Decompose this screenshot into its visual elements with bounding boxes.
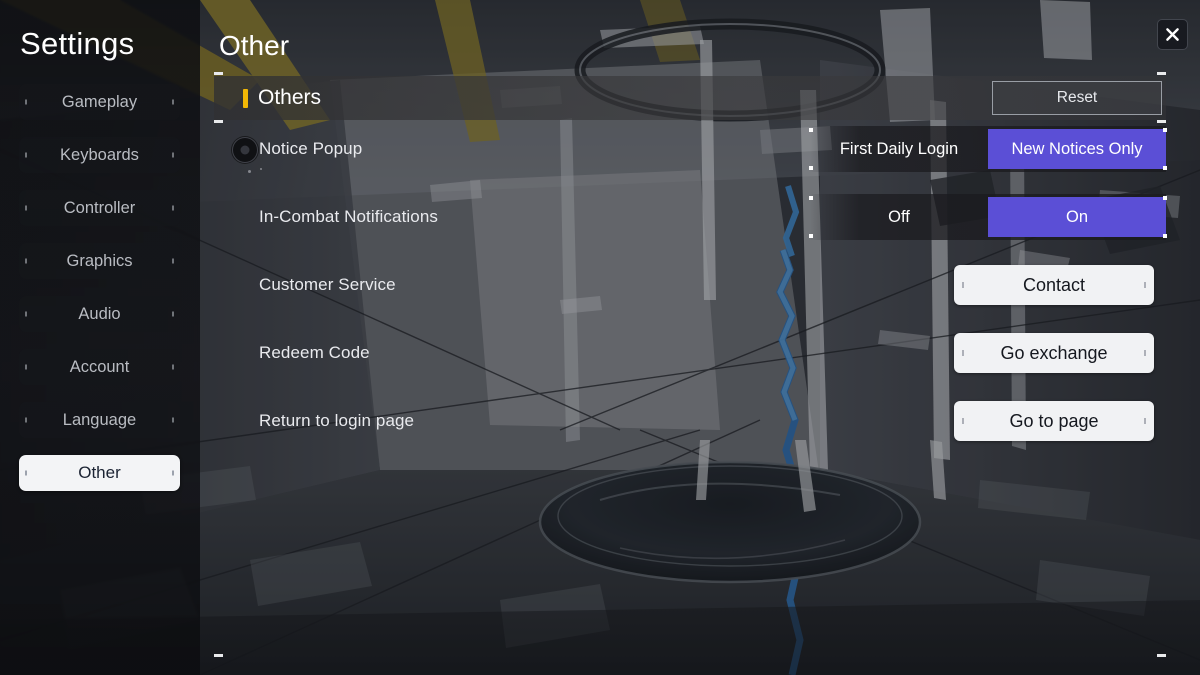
table-row: In-Combat Notifications Off On: [214, 194, 1167, 240]
sidebar-item-language[interactable]: Language: [19, 402, 180, 438]
tick-left-icon: [962, 282, 964, 288]
corner-dot-icon: [1163, 196, 1167, 200]
contact-button[interactable]: Contact: [954, 265, 1154, 305]
tick-right-icon: [1144, 350, 1146, 356]
segment-new-notices-only[interactable]: New Notices Only: [988, 129, 1166, 169]
corner-dot-icon: [809, 166, 813, 170]
sidebar-item-audio[interactable]: Audio: [19, 296, 180, 332]
reset-button[interactable]: Reset: [992, 81, 1162, 115]
table-row: Return to login page Go to page: [214, 398, 1166, 444]
segment-first-daily-login[interactable]: First Daily Login: [810, 129, 988, 169]
sidebar-item-label: Keyboards: [60, 145, 139, 164]
sidebar-nav: Gameplay Keyboards Controller Graphics A…: [19, 84, 180, 508]
corner-dot-icon: [1163, 234, 1167, 238]
sidebar-item-label: Gameplay: [61, 92, 138, 111]
tick-left-icon: [25, 258, 27, 264]
close-icon: [1166, 28, 1179, 41]
segment-off[interactable]: Off: [810, 197, 988, 237]
corner-dot-icon: [809, 234, 813, 238]
settings-title: Settings: [20, 26, 135, 61]
row-label: Redeem Code: [259, 343, 370, 362]
edge-dash-mark: [214, 654, 223, 657]
sidebar-item-label: Account: [69, 357, 130, 376]
sidebar-item-other[interactable]: Other: [19, 455, 180, 491]
table-row: Redeem Code Go exchange: [214, 330, 1166, 376]
row-label: Notice Popup: [259, 139, 363, 158]
sidebar-item-keyboards[interactable]: Keyboards: [19, 137, 180, 173]
segment-on[interactable]: On: [988, 197, 1166, 237]
tick-left-icon: [25, 417, 27, 423]
edge-dash-mark: [214, 120, 223, 123]
tick-left-icon: [25, 99, 27, 105]
sidebar-item-controller[interactable]: Controller: [19, 190, 180, 226]
reset-button-label: Reset: [1056, 89, 1098, 106]
tick-left-icon: [25, 364, 27, 370]
tick-left-icon: [962, 418, 964, 424]
tick-left-icon: [25, 152, 27, 158]
tick-right-icon: [1144, 418, 1146, 424]
corner-dot-icon: [1163, 166, 1167, 170]
contact-button-label: Contact: [1022, 274, 1086, 295]
tick-left-icon: [962, 350, 964, 356]
go-exchange-button[interactable]: Go exchange: [954, 333, 1154, 373]
close-button[interactable]: [1157, 19, 1188, 50]
tick-right-icon: [172, 364, 174, 370]
sidebar-item-account[interactable]: Account: [19, 349, 180, 385]
sidebar-item-label: Graphics: [66, 251, 133, 270]
tick-left-icon: [25, 470, 27, 476]
table-row: Notice Popup First Daily Login New Notic…: [214, 126, 1167, 172]
sidebar-item-label: Language: [62, 410, 137, 429]
corner-dot-icon: [809, 128, 813, 132]
tick-right-icon: [1144, 282, 1146, 288]
sidebar-item-label: Other: [78, 463, 121, 482]
section-title: Others: [258, 86, 322, 109]
tick-right-icon: [172, 258, 174, 264]
go-to-page-button-label: Go to page: [1009, 410, 1099, 431]
tick-right-icon: [172, 99, 174, 105]
corner-dot-icon: [1163, 128, 1167, 132]
edge-dash-mark: [1157, 72, 1166, 75]
corner-dot-icon: [809, 196, 813, 200]
tick-right-icon: [172, 205, 174, 211]
tick-right-icon: [172, 311, 174, 317]
page-title: Other: [219, 30, 290, 61]
edge-dash-mark: [1157, 654, 1166, 657]
tick-left-icon: [25, 205, 27, 211]
table-row: Customer Service Contact: [214, 262, 1166, 308]
row-label: In-Combat Notifications: [259, 207, 438, 226]
tick-left-icon: [25, 311, 27, 317]
sidebar-item-label: Audio: [78, 304, 121, 323]
segmented-control-notice-popup: First Daily Login New Notices Only: [809, 128, 1167, 170]
edge-dash-mark: [214, 72, 223, 75]
sidebar-item-gameplay[interactable]: Gameplay: [19, 84, 180, 120]
go-to-page-button[interactable]: Go to page: [954, 401, 1154, 441]
settings-sidebar: Settings Gameplay Keyboards Controller G…: [0, 0, 200, 675]
row-label: Return to login page: [259, 411, 415, 430]
segmented-control-in-combat-notifications: Off On: [809, 196, 1167, 238]
sidebar-item-graphics[interactable]: Graphics: [19, 243, 180, 279]
settings-content: Other Others Reset Notice Popup First Da…: [200, 0, 1200, 675]
tick-right-icon: [172, 470, 174, 476]
row-label: Customer Service: [259, 275, 396, 294]
tick-right-icon: [172, 417, 174, 423]
section-header-others: Others Reset: [214, 76, 1166, 120]
section-accent-bar: [243, 88, 248, 108]
edge-dash-mark: [1157, 120, 1166, 123]
sidebar-item-label: Controller: [63, 198, 136, 217]
go-exchange-button-label: Go exchange: [1000, 342, 1108, 363]
tick-right-icon: [172, 152, 174, 158]
